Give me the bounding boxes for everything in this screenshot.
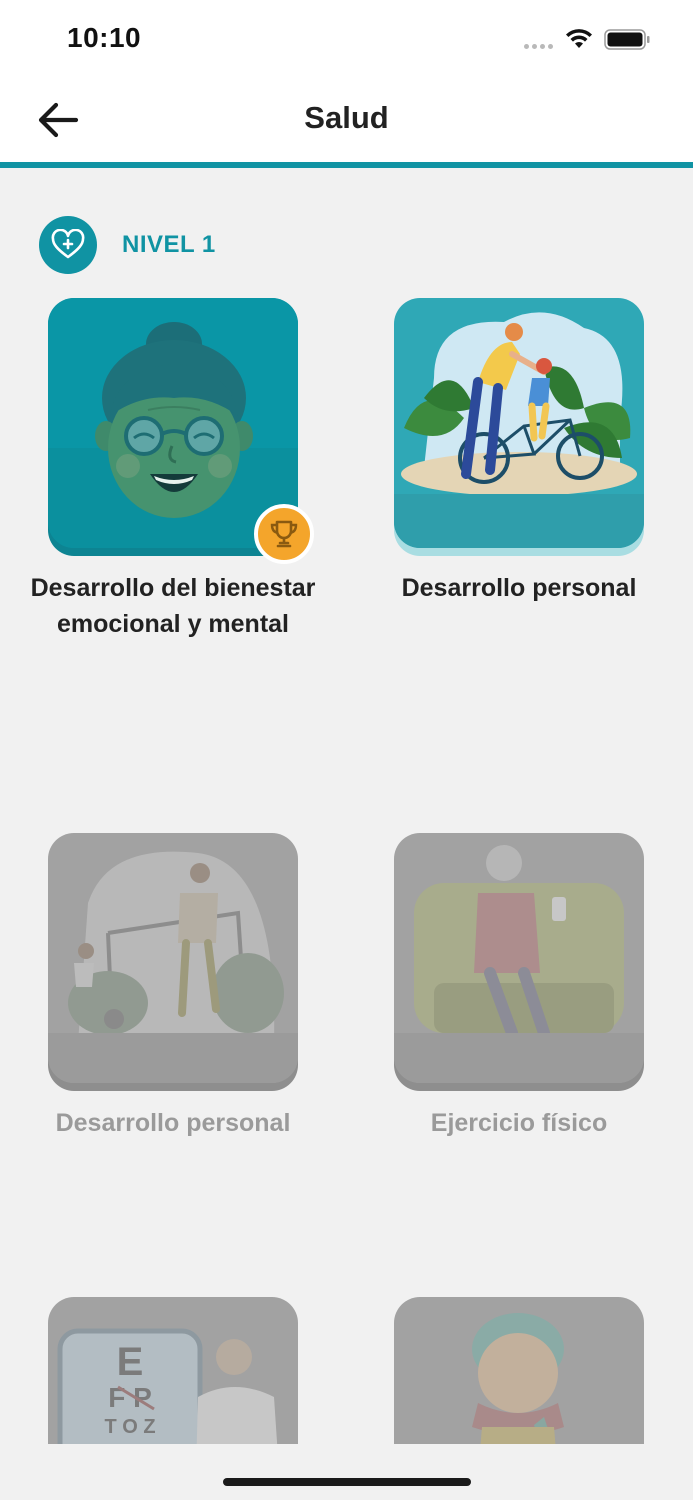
heart-plus-icon xyxy=(51,229,85,259)
page-title: Salud xyxy=(304,100,389,135)
module-title: Desarrollo del bienestar emocional y men… xyxy=(30,574,316,638)
battery-icon xyxy=(604,29,650,50)
module-image xyxy=(394,1297,644,1444)
module-card-emotional-wellbeing[interactable]: Desarrollo del bienestar emocional y men… xyxy=(0,298,315,698)
module-image: E F P T O Z xyxy=(48,1297,298,1444)
trophy-icon xyxy=(270,520,298,548)
module-card-physical-exercise[interactable]: Ejercicio físico xyxy=(346,833,646,1233)
module-title: Desarrollo personal xyxy=(55,1109,291,1137)
eye-chart-row-2: F P xyxy=(108,1382,152,1413)
content-scroll-area[interactable]: Desarrollo del bienestar emocional y men… xyxy=(0,168,693,1444)
status-time: 10:10 xyxy=(67,22,142,53)
level-badge xyxy=(39,216,97,274)
home-indicator[interactable] xyxy=(223,1478,471,1486)
module-title: Ejercicio físico xyxy=(430,1109,608,1137)
module-card-personal-development[interactable]: Desarrollo personal xyxy=(346,298,646,698)
module-card-winter-health[interactable] xyxy=(346,1297,646,1444)
module-image xyxy=(48,833,298,1083)
cellular-signal-icon xyxy=(524,44,553,49)
module-card-personal-development-locked[interactable]: Desarrollo personal xyxy=(0,833,300,1233)
level-label: NIVEL 1 xyxy=(122,231,216,258)
module-title: Desarrollo personal xyxy=(401,574,637,602)
eye-chart-row-3: T O Z xyxy=(104,1416,155,1438)
module-image xyxy=(394,833,644,1083)
wifi-icon xyxy=(566,29,592,48)
module-image xyxy=(394,298,644,548)
module-card-eye-health[interactable]: E F P T O Z xyxy=(0,1297,300,1444)
status-bar: 10:10 xyxy=(0,0,693,80)
trophy-badge xyxy=(254,504,314,564)
module-image xyxy=(48,298,298,548)
eye-chart-row-1: E xyxy=(117,1340,144,1384)
